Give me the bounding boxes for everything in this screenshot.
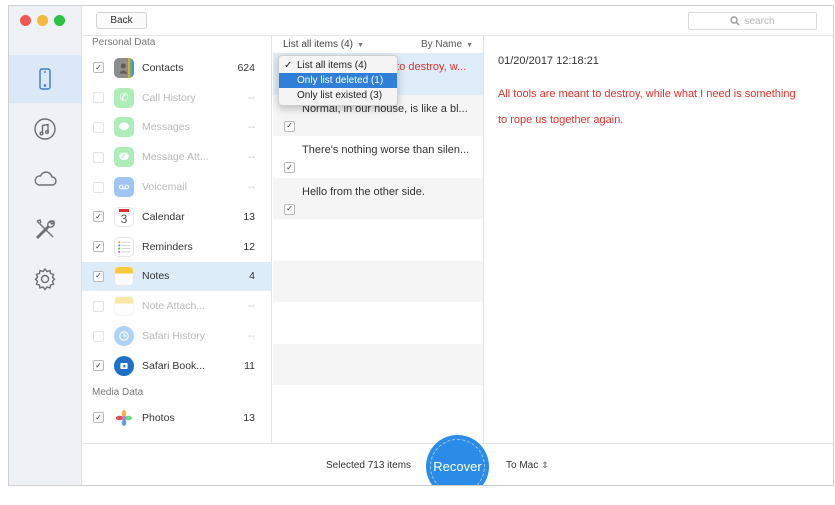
toolbar: Back search — [82, 6, 833, 36]
window-controls — [20, 15, 65, 26]
contacts-checkbox[interactable]: ✓ — [93, 62, 104, 74]
selected-count: Selected 713 items — [326, 460, 412, 471]
category-voicemail[interactable]: Voicemail -- — [82, 172, 271, 202]
back-button[interactable]: Back — [96, 12, 147, 29]
note-checkbox[interactable]: ✓ — [284, 120, 295, 132]
caret-down-icon: ▼ — [357, 42, 364, 49]
music-icon — [34, 118, 56, 140]
search-input[interactable]: search — [688, 12, 817, 30]
photos-checkbox[interactable]: ✓ — [93, 412, 104, 424]
category-safari-bookmarks[interactable]: ✓ Safari Book... 11 — [82, 351, 271, 381]
safari-history-icon — [114, 326, 134, 347]
empty-row — [273, 260, 483, 302]
category-list: Personal Data ✓ Contacts 624 ✆ Call Hist… — [82, 36, 272, 443]
search-placeholder: search — [744, 15, 775, 27]
empty-row — [273, 219, 483, 261]
reminders-checkbox[interactable]: ✓ — [93, 241, 104, 253]
phone-icon — [39, 68, 51, 90]
phone-call-icon: ✆ — [114, 87, 134, 108]
rail-item-tools[interactable] — [9, 205, 81, 253]
safari-history-checkbox[interactable] — [93, 330, 104, 342]
safari-bookmark-icon — [114, 355, 134, 376]
minimize-window-button[interactable] — [37, 15, 48, 26]
checkmark-icon: ✓ — [284, 60, 293, 71]
category-call-history[interactable]: ✆ Call History -- — [82, 83, 271, 113]
voicemail-icon — [114, 177, 134, 198]
filter-option-deleted[interactable]: Only list deleted (1) — [279, 73, 397, 88]
photos-icon — [114, 408, 134, 428]
cloud-icon — [34, 171, 57, 186]
zoom-window-button[interactable] — [54, 15, 65, 26]
notes-icon — [114, 266, 134, 287]
message-attachments-checkbox[interactable] — [93, 151, 104, 163]
gear-icon — [34, 267, 56, 291]
messages-icon — [114, 117, 134, 138]
note-attachment-icon — [114, 296, 134, 317]
category-message-attachments[interactable]: Message Att... -- — [82, 142, 271, 172]
app-window: Back search Personal Data ✓ Contacts 624… — [8, 5, 834, 486]
note-checkbox[interactable]: ✓ — [284, 203, 295, 215]
empty-row — [273, 302, 483, 344]
rail-item-settings[interactable] — [9, 255, 81, 303]
rail-item-itunes[interactable] — [9, 105, 81, 153]
destination-select[interactable]: To Mac ⇕ — [506, 460, 549, 471]
tools-icon — [36, 219, 56, 239]
voicemail-checkbox[interactable] — [93, 181, 104, 193]
recover-button[interactable]: Recover — [427, 436, 488, 485]
category-notes[interactable]: ✓ Notes 4 — [82, 261, 271, 292]
left-rail — [9, 6, 82, 485]
personal-data-label: Personal Data — [92, 37, 156, 48]
category-contacts[interactable]: ✓ Contacts 624 — [82, 53, 271, 83]
reminders-icon — [114, 236, 134, 257]
contacts-icon — [114, 57, 134, 78]
messages-checkbox[interactable] — [93, 121, 104, 133]
category-safari-history[interactable]: Safari History -- — [82, 321, 271, 351]
note-checkbox[interactable]: ✓ — [284, 162, 295, 173]
note-attachments-checkbox[interactable] — [93, 300, 104, 312]
category-messages[interactable]: Messages -- — [82, 113, 271, 143]
category-reminders[interactable]: ✓ Reminders 12 — [82, 232, 271, 262]
filter-option-existed[interactable]: Only list existed (3) — [279, 88, 397, 103]
rail-item-icloud[interactable] — [9, 155, 81, 203]
filter-option-all[interactable]: ✓ List all items (4) — [279, 58, 397, 73]
search-icon — [730, 16, 740, 26]
empty-row — [273, 343, 483, 385]
footer-bar: Selected 713 items Recover To Mac ⇕ — [82, 436, 833, 485]
filter-menu: ✓ List all items (4) Only list deleted (… — [278, 55, 398, 106]
list-header: List all items (4) ▼ By Name ▼ — [273, 36, 483, 53]
note-detail: 01/20/2017 12:18:21 All tools are meant … — [485, 36, 833, 443]
category-photos[interactable]: ✓ Photos 13 — [82, 403, 271, 433]
caret-down-icon: ▼ — [466, 42, 473, 49]
empty-row — [273, 385, 483, 427]
close-window-button[interactable] — [20, 15, 31, 26]
calendar-checkbox[interactable]: ✓ — [93, 211, 104, 223]
note-row[interactable]: ✓ There's nothing worse than silen... — [273, 136, 483, 178]
call-history-checkbox[interactable] — [93, 92, 104, 104]
calendar-icon: 3 — [114, 206, 134, 227]
notes-checkbox[interactable]: ✓ — [93, 270, 104, 282]
sort-dropdown[interactable]: By Name ▼ — [421, 39, 473, 50]
note-body: All tools are meant to destroy, while wh… — [498, 88, 796, 126]
note-timestamp: 01/20/2017 12:18:21 — [498, 55, 599, 67]
category-note-attachments[interactable]: Note Attach... -- — [82, 291, 271, 321]
filter-dropdown[interactable]: List all items (4) ▼ — [283, 39, 364, 50]
rail-item-device[interactable] — [9, 55, 81, 103]
note-row[interactable]: ✓ Hello from the other side. — [273, 177, 483, 219]
category-calendar[interactable]: ✓ 3 Calendar 13 — [82, 202, 271, 232]
updown-chevron-icon: ⇕ — [541, 460, 549, 470]
media-data-label: Media Data — [92, 386, 144, 398]
safari-bookmarks-checkbox[interactable]: ✓ — [93, 360, 104, 372]
message-attachment-icon — [114, 147, 134, 168]
